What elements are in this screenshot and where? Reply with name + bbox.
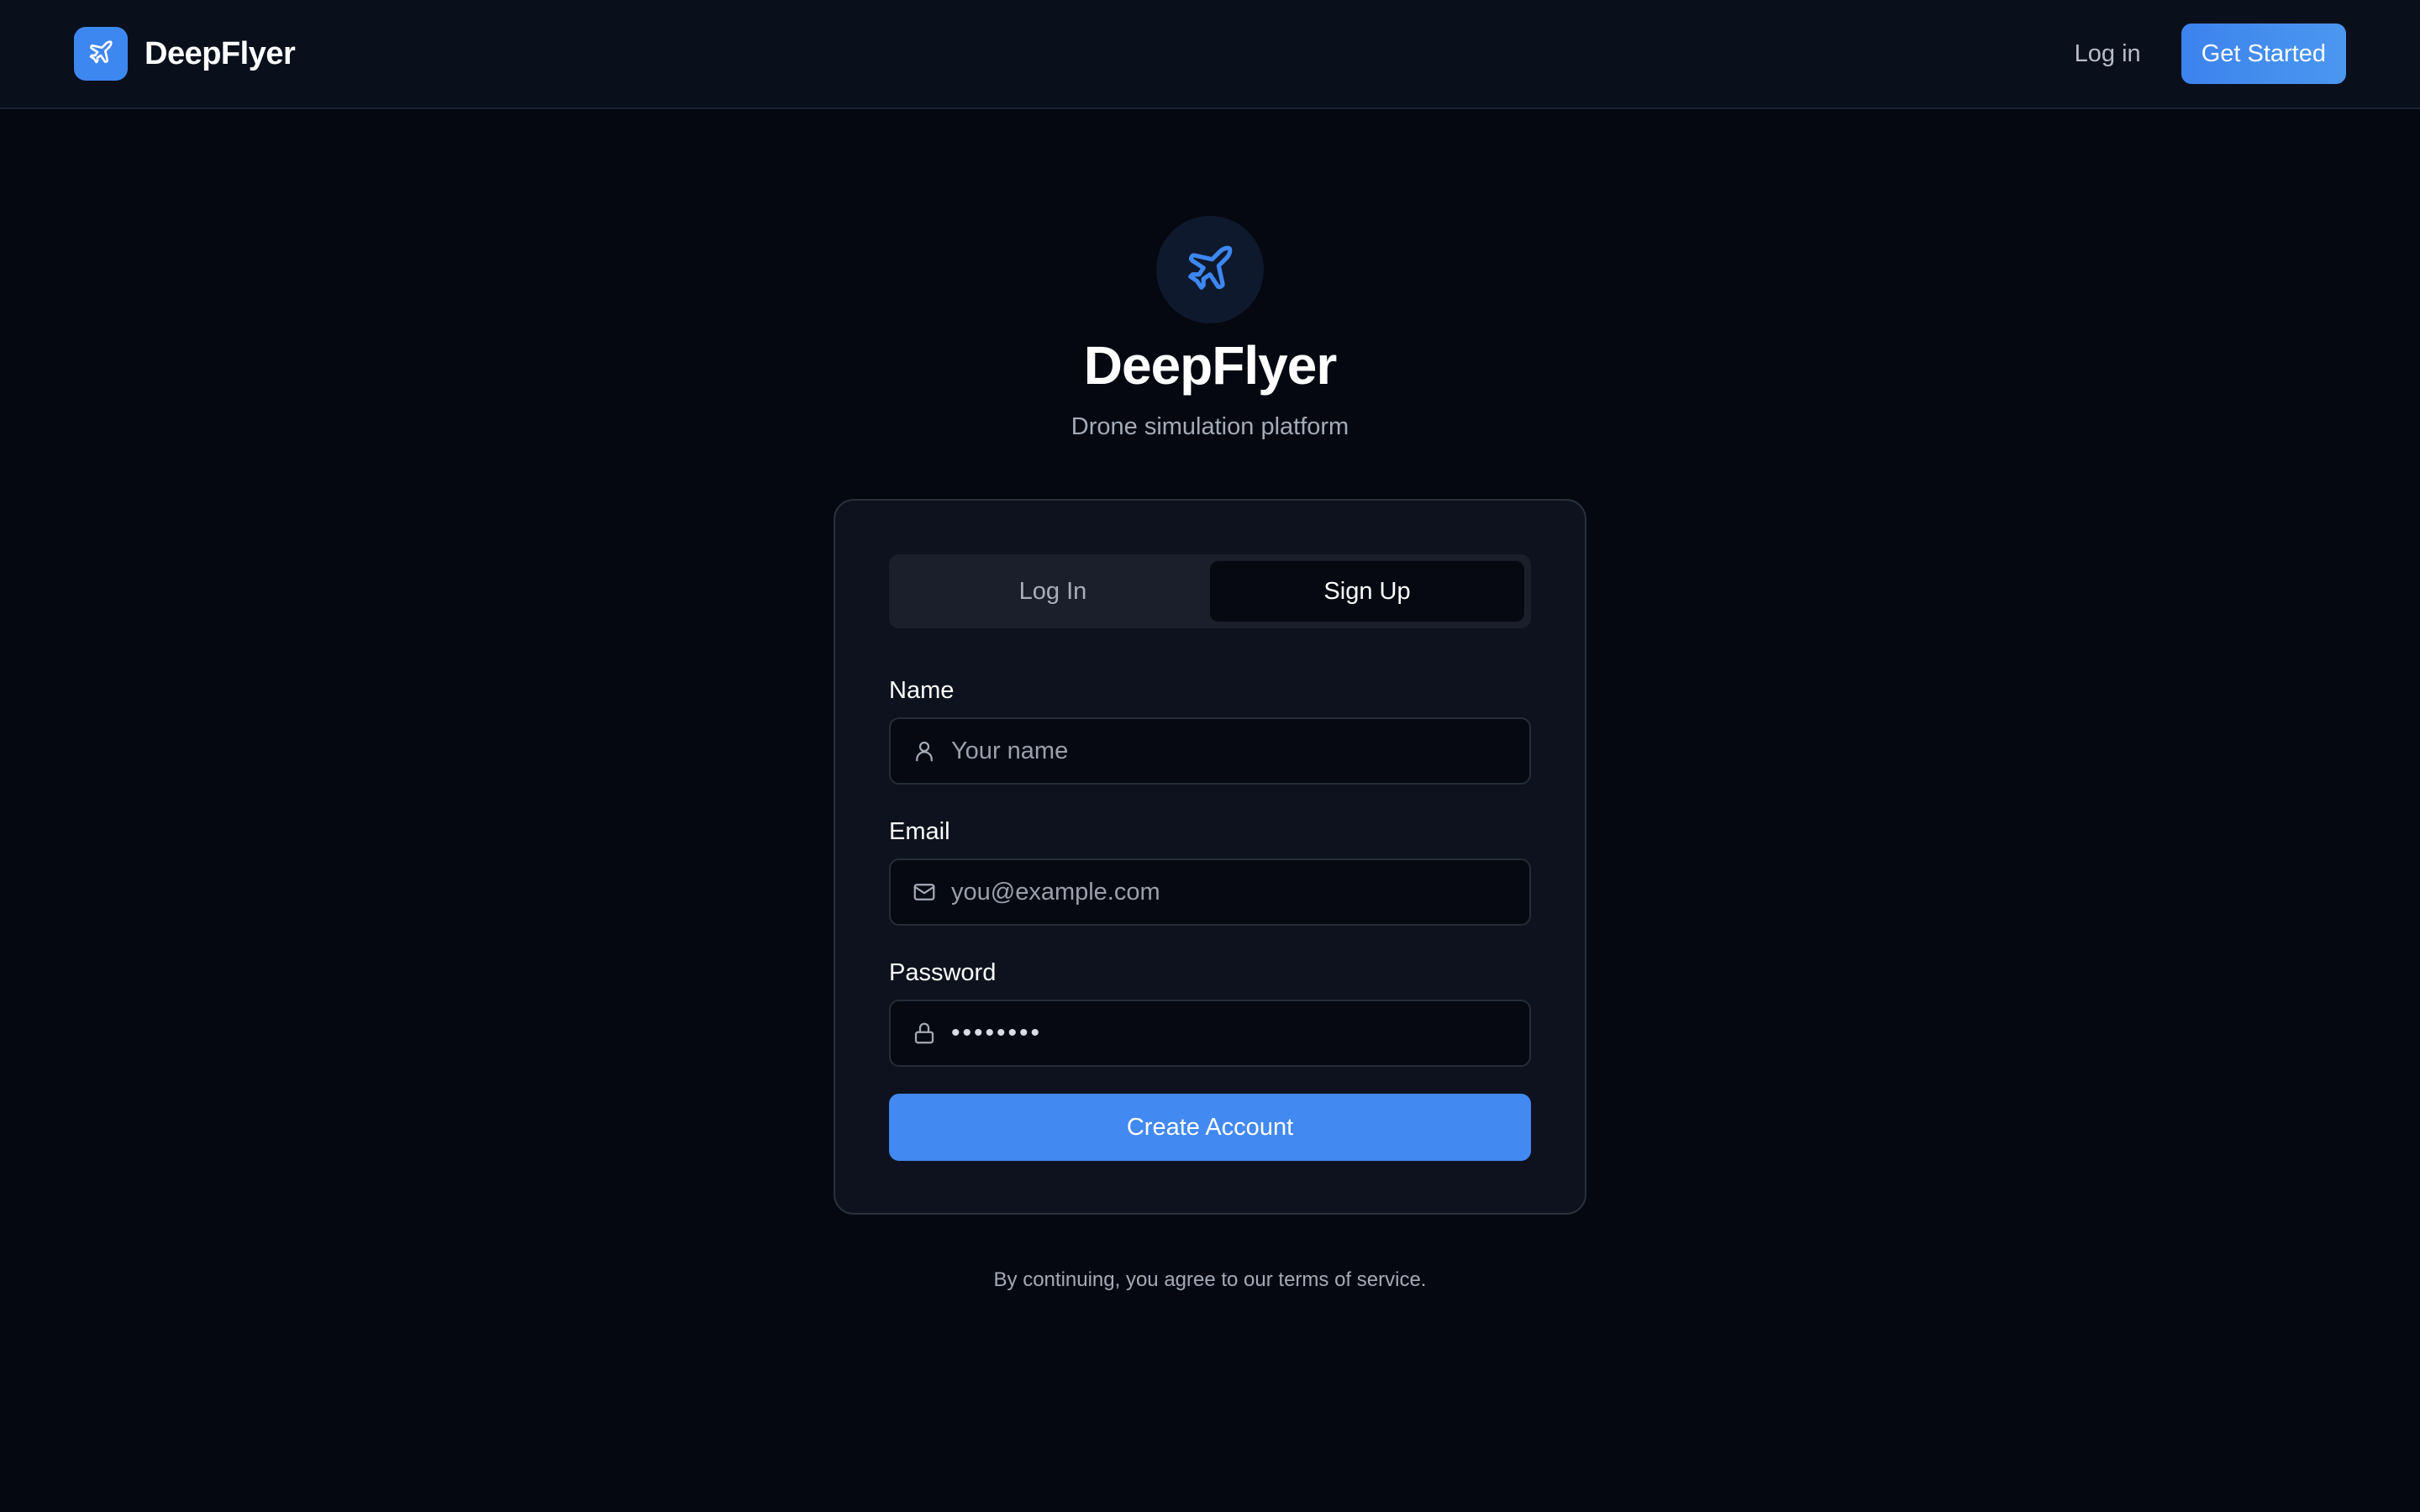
name-field-box <box>889 717 1531 785</box>
password-field-box[interactable]: •••••••• <box>889 1000 1531 1067</box>
page-title: DeepFlyer <box>1083 335 1337 396</box>
header-actions: Log in Get Started <box>2075 24 2346 84</box>
user-icon <box>911 738 938 764</box>
plane-icon <box>1184 242 1236 298</box>
auth-tabs: Log In Sign Up <box>889 554 1531 628</box>
lock-icon <box>911 1020 938 1047</box>
hero-logo <box>1156 216 1264 323</box>
password-label: Password <box>889 959 997 986</box>
top-nav: DeepFlyer Log in Get Started <box>0 0 2420 109</box>
create-account-button[interactable]: Create Account <box>889 1094 1531 1161</box>
email-label: Email <box>889 818 950 845</box>
tab-sign-up[interactable]: Sign Up <box>1210 561 1524 622</box>
terms-notice: By continuing, you agree to our terms of… <box>993 1268 1427 1291</box>
email-field-box <box>889 858 1531 926</box>
email-input[interactable] <box>951 878 1529 906</box>
get-started-button[interactable]: Get Started <box>2181 24 2346 84</box>
brand-name: DeepFlyer <box>145 35 296 71</box>
auth-card: Log In Sign Up Name Email Password •••••… <box>834 499 1586 1215</box>
plane-icon <box>87 39 114 70</box>
tab-log-in[interactable]: Log In <box>896 561 1210 622</box>
name-label: Name <box>889 677 955 704</box>
name-input[interactable] <box>951 737 1529 765</box>
page-subtitle: Drone simulation platform <box>1071 413 1349 440</box>
password-input[interactable]: •••••••• <box>951 1019 1042 1047</box>
brand-logo <box>74 27 128 81</box>
login-link[interactable]: Log in <box>2075 40 2141 68</box>
brand[interactable]: DeepFlyer <box>74 27 296 81</box>
mail-icon <box>911 879 938 906</box>
